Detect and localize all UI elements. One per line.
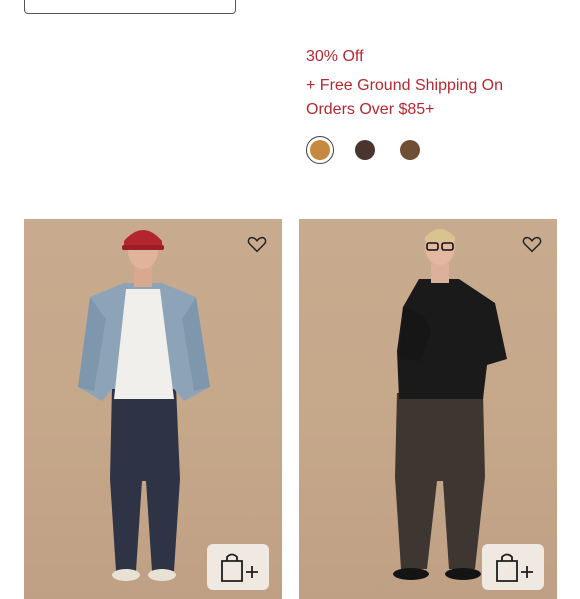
swatch-dark-brown-dot [355,140,375,160]
shopping-bag-plus-icon [221,553,258,582]
swatch-tan-dot [310,140,330,160]
swatch-olive-brown[interactable] [396,136,424,164]
add-to-bag-button[interactable] [482,544,544,590]
discount-text: 30% Off [306,48,364,65]
add-to-bag-button[interactable] [207,544,269,590]
swatch-dark-brown[interactable] [351,136,379,164]
view-toggle-icons[interactable] [476,0,556,2]
heart-icon[interactable] [246,233,268,255]
product-image-denim-jacket[interactable] [24,219,282,599]
shipping-line-2: Orders Over $85+ [306,101,435,118]
promo-block: 30% Off + Free Ground Shipping On Orders… [306,46,566,122]
product-image-black-sweater[interactable] [299,219,557,599]
product-card-right[interactable] [299,219,557,599]
swatch-olive-brown-dot [400,140,420,160]
size-select-box[interactable] [24,0,236,14]
product-card-left[interactable] [24,219,282,599]
shipping-line-1: + Free Ground Shipping On [306,77,504,94]
shopping-bag-plus-icon [496,553,533,582]
shipping-text: + Free Ground Shipping On Orders Over $8… [306,74,566,122]
heart-icon[interactable] [521,233,543,255]
swatch-tan[interactable] [306,136,334,164]
